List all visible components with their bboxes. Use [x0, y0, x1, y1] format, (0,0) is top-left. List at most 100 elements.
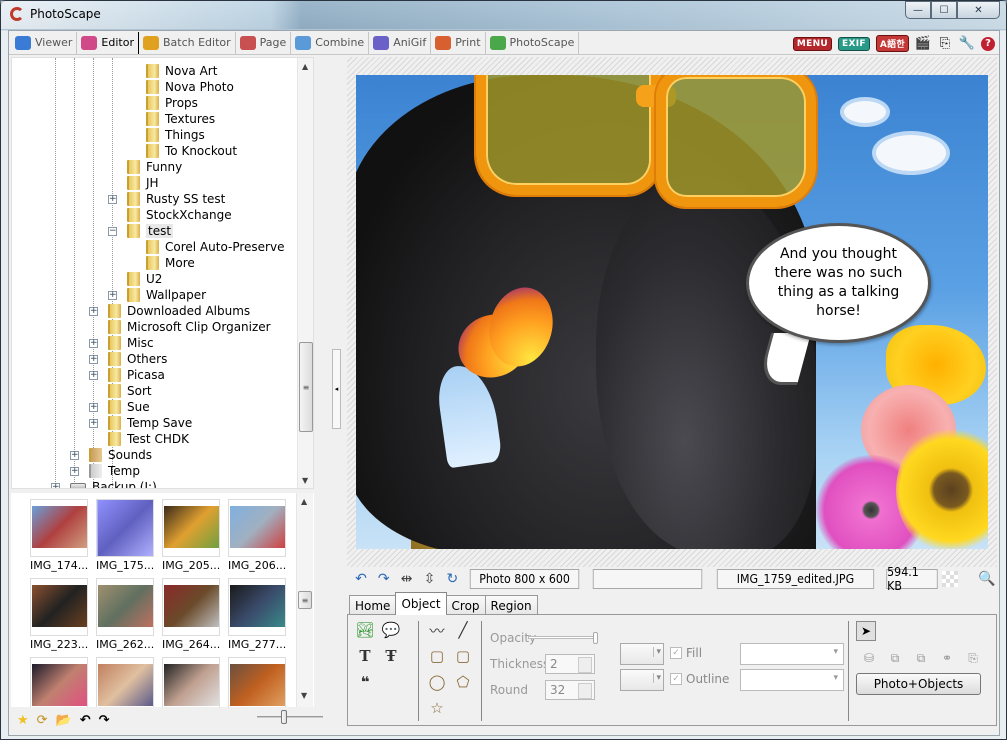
tab-photoscape[interactable]: PhotoScape	[486, 31, 580, 54]
image-canvas[interactable]: And you thought there was no such thing …	[347, 57, 997, 567]
expand-icon[interactable]: +	[51, 483, 60, 488]
tab-editor[interactable]: Editor	[77, 31, 139, 54]
outline-color-picker[interactable]	[620, 669, 664, 691]
thumbnail[interactable]	[96, 578, 154, 636]
tree-item[interactable]: Nova Art	[146, 63, 217, 79]
fill-color-picker[interactable]	[620, 643, 664, 665]
browse-folder-icon[interactable]: 📂	[56, 713, 72, 728]
expand-icon[interactable]: +	[89, 355, 98, 364]
tab-page[interactable]: Page	[236, 31, 292, 54]
exif-button[interactable]: EXIF	[838, 36, 870, 51]
expand-icon[interactable]: +	[108, 291, 117, 300]
thumbnail[interactable]	[30, 657, 88, 707]
rounded-rectangle-icon[interactable]: ▢	[454, 647, 472, 665]
tools-icon[interactable]: 🔧	[959, 36, 975, 52]
freehand-line-icon[interactable]: 〰	[428, 621, 446, 640]
cylinder-icon[interactable]: ⛁	[860, 649, 878, 667]
tree-item[interactable]: Others	[108, 351, 167, 367]
collapse-icon[interactable]: −	[108, 227, 117, 236]
tree-item[interactable]: StockXchange	[127, 207, 232, 223]
tree-item[interactable]: Temp Save	[108, 415, 192, 431]
expand-icon[interactable]: +	[89, 307, 98, 316]
expand-icon[interactable]: +	[108, 195, 117, 204]
text-outline-icon[interactable]: Ŧ	[382, 647, 400, 665]
expand-icon[interactable]: +	[70, 451, 79, 460]
tree-item[interactable]: Picasa	[108, 367, 165, 383]
thumbnail-size-slider[interactable]	[257, 710, 323, 724]
fill-checkbox[interactable]: ✓ Fill	[670, 646, 702, 660]
outline-checkbox[interactable]: ✓ Outline	[670, 672, 729, 686]
text-icon[interactable]: T	[356, 647, 374, 665]
editor-tab-home[interactable]: Home	[349, 595, 397, 615]
tree-item[interactable]: Sort	[108, 383, 152, 399]
copy-icon[interactable]: ⎘	[937, 36, 953, 52]
expand-icon[interactable]: +	[89, 419, 98, 428]
group-icon[interactable]: ⚭	[938, 649, 956, 667]
butterfly-object[interactable]	[449, 280, 562, 388]
tree-item[interactable]: Things	[146, 127, 205, 143]
opacity-slider[interactable]	[528, 632, 598, 644]
tab-viewer[interactable]: Viewer	[11, 31, 78, 54]
flip-horizontal-icon[interactable]: ⇹	[397, 570, 417, 588]
favorite-star-icon[interactable]: ★	[17, 713, 29, 728]
tree-item[interactable]: Downloaded Albums	[108, 303, 250, 319]
ellipse-icon[interactable]: ◯	[428, 673, 446, 691]
close-button[interactable]: ✕	[957, 1, 1000, 19]
tree-item[interactable]: Temp	[89, 463, 140, 479]
editor-tab-region[interactable]: Region	[484, 595, 538, 615]
thumbnail[interactable]	[96, 657, 154, 707]
thumbnail[interactable]	[162, 499, 220, 557]
rotate-icon[interactable]: ↻	[442, 570, 462, 588]
undo-icon[interactable]: ↶	[351, 570, 371, 588]
scroll-down-arrow-icon[interactable]: ▼	[302, 476, 308, 485]
minimize-button[interactable]: —	[905, 1, 931, 19]
editor-tab-object[interactable]: Object	[395, 592, 447, 615]
tree-item[interactable]: Nova Photo	[146, 79, 234, 95]
slider-knob[interactable]	[281, 710, 287, 724]
sunglasses-object[interactable]	[476, 75, 816, 207]
refresh-icon[interactable]: ⟳	[37, 713, 48, 728]
pentagon-icon[interactable]: ⬠	[454, 673, 472, 691]
bring-forward-icon[interactable]: ⧉	[886, 649, 904, 667]
scroll-down-arrow-icon[interactable]: ▼	[301, 691, 307, 700]
thumbnail[interactable]	[228, 499, 286, 557]
photo-objects-button[interactable]: Photo+Objects	[856, 673, 981, 695]
select-arrow-button[interactable]: ➤	[856, 621, 876, 641]
tab-combine[interactable]: Combine	[291, 31, 370, 54]
tree-item[interactable]: To Knockout	[146, 143, 237, 159]
flip-vertical-icon[interactable]: ⇳	[420, 570, 440, 588]
tree-item[interactable]: Backup (I:)	[70, 479, 157, 488]
thumbnail[interactable]	[162, 578, 220, 636]
editor-tab-crop[interactable]: Crop	[445, 595, 486, 615]
send-backward-icon[interactable]: ⧉	[912, 649, 930, 667]
expand-icon[interactable]: +	[89, 339, 98, 348]
tab-print[interactable]: Print	[431, 31, 486, 54]
thickness-spinner[interactable]: 2	[545, 654, 595, 674]
tree-item[interactable]: Test CHDK	[108, 431, 189, 447]
tree-scrollbar[interactable]: ▲ ≡ ▼	[297, 58, 313, 488]
expand-icon[interactable]: +	[89, 371, 98, 380]
tree-item[interactable]: Corel Auto-Preserve	[146, 239, 284, 255]
opacity-slider-knob[interactable]	[593, 632, 598, 644]
outline-style-dropdown[interactable]	[740, 669, 844, 691]
rectangle-icon[interactable]: ▢	[428, 647, 446, 665]
slideshow-icon[interactable]: 🎬	[915, 36, 931, 52]
tree-item[interactable]: Funny	[127, 159, 182, 175]
tree-item[interactable]: More	[146, 255, 195, 271]
back-arrow-icon[interactable]: ↶	[80, 713, 91, 728]
expand-icon[interactable]: +	[89, 403, 98, 412]
star-icon[interactable]: ☆	[428, 699, 446, 717]
reset-icon[interactable]: ⎘	[964, 649, 982, 667]
thumbnail[interactable]	[30, 499, 88, 557]
tree-item[interactable]: Props	[146, 95, 198, 111]
maximize-button[interactable]: ☐	[931, 1, 957, 19]
balloon-icon[interactable]: 💬	[382, 621, 401, 639]
tree-item[interactable]: Sue	[108, 399, 150, 415]
tab-anigif[interactable]: AniGif	[369, 31, 432, 54]
redo-icon[interactable]: ↷	[374, 570, 394, 588]
quote-icon[interactable]: ❝	[356, 673, 374, 691]
language-button[interactable]: A語한	[875, 35, 909, 52]
tree-item[interactable]: Textures	[146, 111, 215, 127]
expand-icon[interactable]: +	[70, 467, 79, 476]
tree-item[interactable]: test	[127, 223, 174, 239]
